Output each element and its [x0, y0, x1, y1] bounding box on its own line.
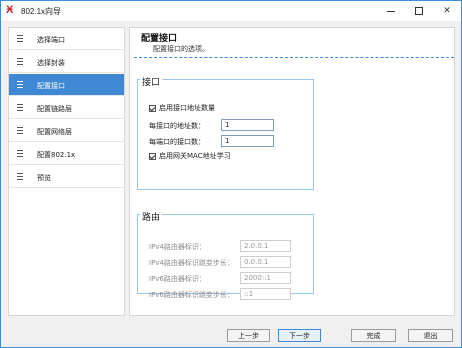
- menu-lines-icon: [17, 81, 23, 88]
- minimize-button[interactable]: [377, 1, 405, 21]
- maximize-icon: [415, 7, 423, 15]
- next-button[interactable]: 下一步: [278, 329, 321, 342]
- title-bar: Ӿ 802.1x向导 ✕: [1, 1, 461, 21]
- interfaces-per-port-input[interactable]: 1: [221, 135, 274, 147]
- ipv6-router-id-step-input[interactable]: ::1: [240, 288, 291, 300]
- menu-lines-icon: [17, 58, 23, 65]
- sidebar-item-label: 配置链路层: [37, 105, 72, 113]
- ipv6-router-id-label: IPv6路由器标识：: [149, 275, 206, 283]
- ipv4-router-id-label: IPv4路由器标识：: [149, 243, 206, 251]
- sidebar-item-label: 选择封装: [37, 59, 65, 67]
- wizard-step-sidebar: 选择端口 选择封装 配置接口 配置链路层 配置网络层 配置802.1x 预览: [8, 27, 125, 316]
- ipv4-router-id-input[interactable]: 2.0.0.1: [240, 240, 291, 252]
- page-subtitle: 配置接口的选项。: [153, 45, 209, 53]
- addresses-per-interface-input[interactable]: 1: [221, 119, 274, 131]
- app-logo-icon: Ӿ: [6, 4, 14, 16]
- menu-lines-icon: [17, 35, 23, 42]
- routing-group: 路由 IPv4路由器标识： 2.0.0.1 IPv4路由器标识跳变步长： 0.0…: [137, 210, 314, 300]
- menu-lines-icon: [17, 104, 23, 111]
- close-button[interactable]: ✕: [433, 1, 461, 21]
- ipv6-router-id-step-label: IPv6路由器标识跳变步长：: [149, 291, 234, 299]
- sidebar-item-select-encapsulation[interactable]: 选择封装: [9, 51, 124, 73]
- exit-button[interactable]: 退出: [408, 329, 453, 342]
- ipv4-router-id-step-input[interactable]: 0.0.0.1: [240, 256, 291, 268]
- sidebar-item-label: 配置802.1x: [37, 151, 76, 159]
- sidebar-item-label: 配置接口: [37, 82, 65, 90]
- sidebar-item-configure-link-layer[interactable]: 配置链路层: [9, 97, 124, 119]
- sidebar-item-label: 选择端口: [37, 36, 65, 44]
- page-title: 配置接口: [141, 34, 178, 44]
- title-divider: [134, 57, 454, 58]
- minimize-icon: [387, 10, 395, 12]
- sidebar-item-preview[interactable]: 预览: [9, 166, 124, 188]
- menu-lines-icon: [17, 150, 23, 157]
- close-icon: ✕: [443, 6, 451, 16]
- enable-gateway-mac-checkbox[interactable]: [149, 152, 156, 160]
- sidebar-item-label: 预览: [37, 174, 51, 182]
- finish-button[interactable]: 完成: [351, 329, 396, 342]
- interface-group-title: 接口: [140, 75, 163, 88]
- enable-address-count-checkbox[interactable]: [149, 104, 156, 112]
- window-title: 802.1x向导: [21, 7, 62, 16]
- wizard-window: Ӿ 802.1x向导 ✕ 选择端口 选择封装 配置接口 配置链路层 配置网络层 …: [0, 0, 462, 348]
- interface-group: 接口 启用接口地址数量 每接口的地址数： 1 每端口的接口数： 1 启用网关MA…: [137, 75, 314, 190]
- enable-address-count-row: 启用接口地址数量: [149, 103, 215, 113]
- interfaces-per-port-label: 每端口的接口数：: [149, 138, 205, 146]
- maximize-button[interactable]: [405, 1, 433, 21]
- routing-group-title: 路由: [140, 210, 163, 223]
- prev-button[interactable]: 上一步: [227, 329, 270, 342]
- menu-lines-icon: [17, 127, 23, 134]
- sidebar-item-configure-8021x[interactable]: 配置802.1x: [9, 143, 124, 165]
- ipv4-router-id-step-label: IPv4路由器标识跳变步长：: [149, 259, 234, 267]
- enable-address-count-label: 启用接口地址数量: [159, 104, 215, 112]
- sidebar-item-configure-network-layer[interactable]: 配置网络层: [9, 120, 124, 142]
- ipv6-router-id-input[interactable]: 2000::1: [240, 272, 291, 284]
- sidebar-item-select-port[interactable]: 选择端口: [9, 28, 124, 50]
- sidebar-item-configure-interface[interactable]: 配置接口: [9, 74, 124, 96]
- enable-gateway-mac-label: 启用网关MAC地址学习: [159, 152, 231, 160]
- sidebar-item-label: 配置网络层: [37, 128, 72, 136]
- addresses-per-interface-label: 每接口的地址数：: [149, 122, 205, 130]
- content-panel: 配置接口 配置接口的选项。 接口 启用接口地址数量 每接口的地址数： 1 每端口…: [129, 27, 455, 316]
- enable-gateway-mac-row: 启用网关MAC地址学习: [149, 151, 231, 161]
- menu-lines-icon: [17, 173, 23, 180]
